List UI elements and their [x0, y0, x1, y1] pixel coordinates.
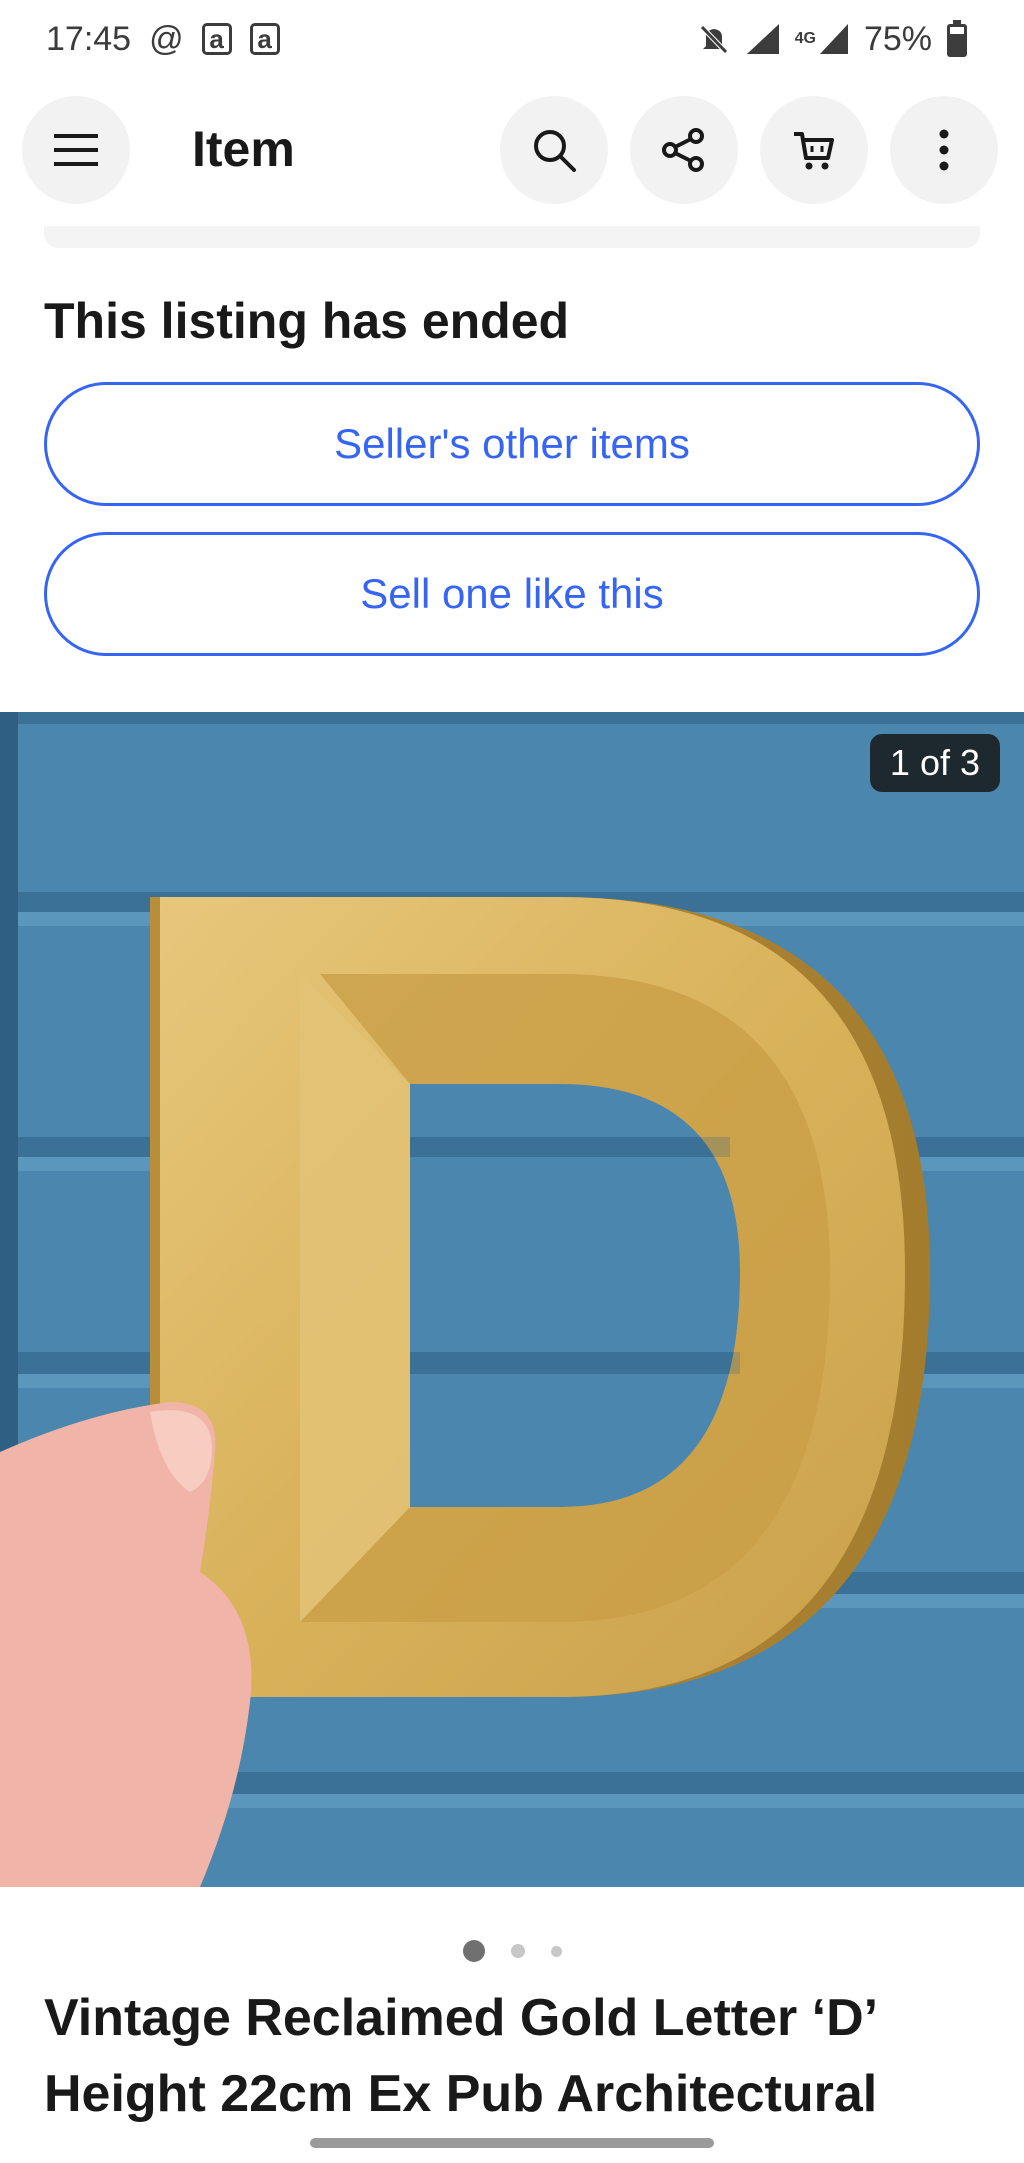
sell-one-like-this-button[interactable]: Sell one like this — [44, 532, 980, 656]
app-notification-icon: a — [249, 23, 280, 55]
battery-percent: 75% — [863, 19, 932, 58]
menu-icon — [54, 134, 98, 166]
at-icon: @ — [149, 19, 184, 58]
search-button[interactable] — [500, 96, 608, 204]
pagination-dot[interactable] — [510, 1944, 525, 1958]
item-title: Vintage Reclaimed Gold Letter ‘D’ Height… — [44, 1989, 878, 2123]
app-bar: Item — [0, 96, 1024, 208]
cart-button[interactable] — [760, 96, 868, 204]
battery-icon — [946, 20, 968, 58]
collapsed-section-edge — [44, 226, 980, 248]
gallery-pagination — [0, 1940, 1024, 1962]
mute-icon — [697, 22, 731, 56]
home-indicator[interactable] — [310, 2138, 714, 2148]
page-title: Item — [192, 121, 295, 177]
status-left: 17:45 @ a a — [46, 18, 280, 60]
app-notification-icon: a — [201, 23, 232, 55]
status-bar: 17:45 @ a a 4G 75% — [0, 0, 1024, 78]
sellers-other-items-button[interactable]: Seller's other items — [44, 382, 980, 506]
signal-icon — [745, 22, 781, 56]
status-time: 17:45 — [46, 19, 132, 58]
item-photo[interactable]: 1 of 3 — [0, 712, 1024, 1887]
share-button[interactable] — [630, 96, 738, 204]
status-right: 4G 75% — [697, 18, 968, 60]
pagination-dot[interactable] — [550, 1945, 562, 1957]
cart-icon — [794, 132, 834, 170]
network-4g-icon: 4G — [795, 22, 850, 56]
image-counter: 1 of 3 — [869, 734, 1000, 792]
photo-illustration — [0, 712, 1024, 1887]
pagination-dot-active[interactable] — [462, 1940, 485, 1962]
menu-button[interactable] — [22, 96, 130, 204]
more-button[interactable] — [890, 96, 998, 204]
search-icon — [534, 130, 576, 172]
share-icon — [662, 128, 704, 172]
more-icon — [939, 129, 949, 171]
listing-ended-heading: This listing has ended — [44, 293, 570, 349]
